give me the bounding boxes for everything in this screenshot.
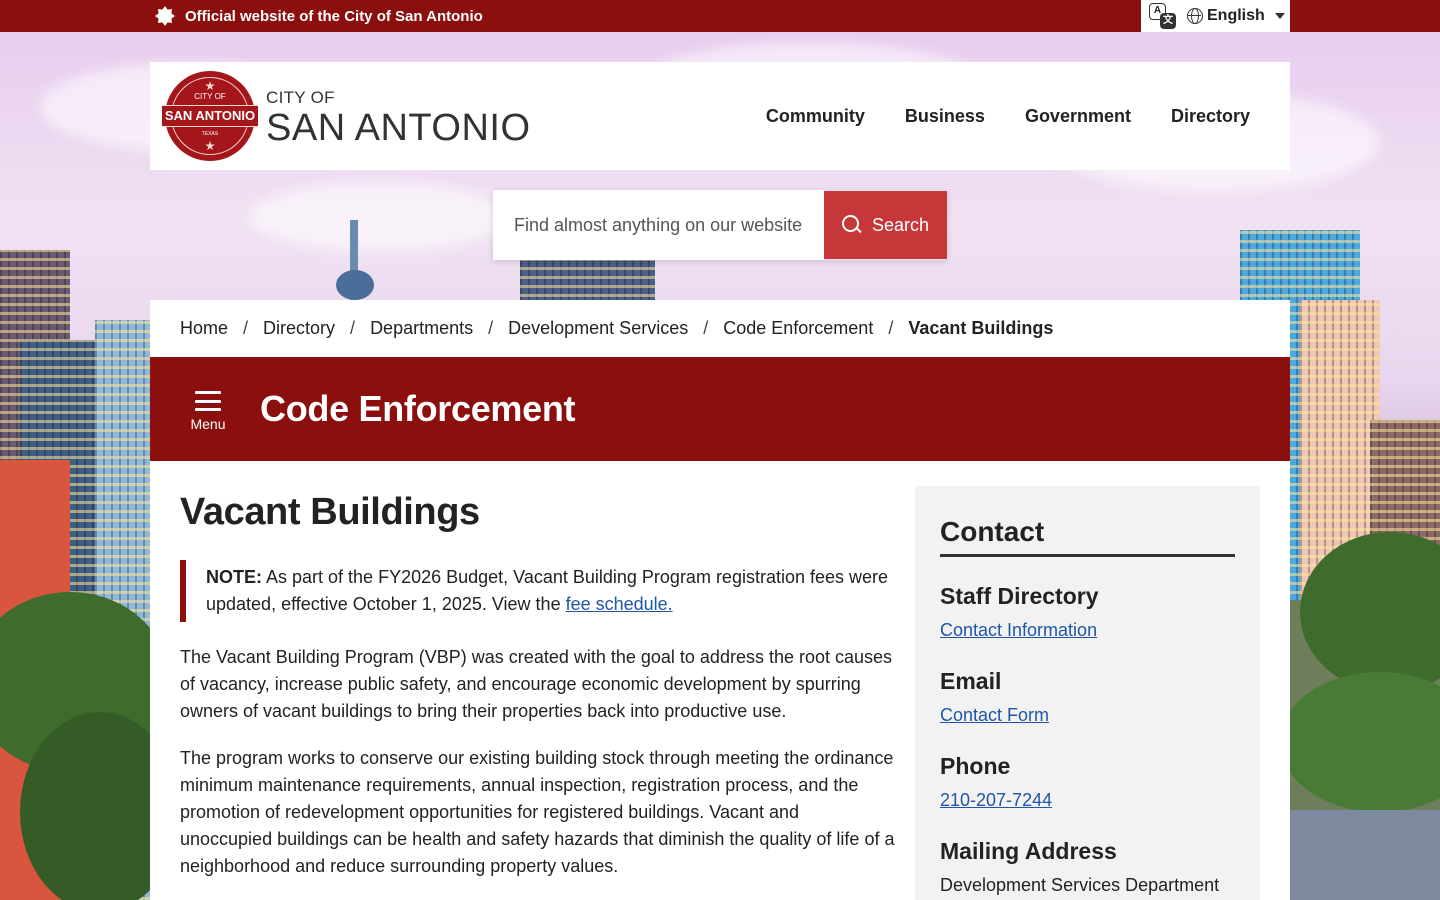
chevron-down-icon <box>1274 13 1285 19</box>
note-label: NOTE: <box>206 567 262 587</box>
search-button-label: Search <box>871 214 930 235</box>
hamburger-icon <box>195 391 221 411</box>
breadcrumb-separator: / <box>350 318 356 338</box>
breadcrumb-directory[interactable]: Directory <box>263 318 335 339</box>
mailing-address-line: Development Services Department <box>940 875 1220 895</box>
language-selector[interactable]: A 文 English <box>1141 0 1290 32</box>
site-brand[interactable]: CITY OF SAN ANTONIO <box>266 88 531 148</box>
city-seal-logo[interactable]: CITY OF SAN ANTONIO TEXAS <box>162 71 258 161</box>
translate-icon: A 文 <box>1149 3 1177 29</box>
staff-directory-heading: Staff Directory <box>940 583 1099 609</box>
phone-link[interactable]: 210-207-7244 <box>940 790 1052 810</box>
search-icon <box>841 215 862 235</box>
page-title: Vacant Buildings <box>180 491 480 533</box>
language-label: English <box>1207 7 1265 24</box>
phone-block: Phone 210-207-7244 <box>940 753 1235 811</box>
section-banner: Menu Code Enforcement <box>150 357 1290 461</box>
phone-heading: Phone <box>940 753 1011 779</box>
email-heading: Email <box>940 668 1002 694</box>
program-paragraph: The program works to conserve our existi… <box>180 748 895 876</box>
mailing-address-block: Mailing Address Development Services Dep… <box>940 838 1235 896</box>
search-button[interactable]: Search <box>824 191 947 259</box>
globe-icon <box>1187 8 1203 24</box>
official-site-bar: Official website of the City of San Anto… <box>0 0 1440 32</box>
main-article: Vacant Buildings NOTE: As part of the FY… <box>180 491 895 900</box>
note-text: As part of the FY2026 Budget, Vacant Bui… <box>206 567 889 614</box>
nav-government[interactable]: Government <box>1025 106 1131 127</box>
contact-sidebar: Contact Staff Directory Contact Informat… <box>915 486 1260 900</box>
contact-heading: Contact <box>940 516 1235 557</box>
brand-city-of: CITY OF <box>266 88 335 107</box>
page-content: Vacant Buildings NOTE: As part of the FY… <box>150 461 1290 900</box>
main-nav: Community Business Government Directory <box>766 62 1250 170</box>
breadcrumb-departments[interactable]: Departments <box>370 318 473 339</box>
breadcrumb-separator: / <box>888 318 894 338</box>
official-notice: Official website of the City of San Anto… <box>155 0 483 32</box>
staff-directory-block: Staff Directory Contact Information <box>940 583 1235 641</box>
section-title: Code Enforcement <box>260 388 576 429</box>
breadcrumb-current: Vacant Buildings <box>908 318 1054 338</box>
contact-form-link[interactable]: Contact Form <box>940 705 1049 725</box>
search-input[interactable] <box>493 190 824 260</box>
nav-business[interactable]: Business <box>905 106 985 127</box>
menu-button[interactable]: Menu <box>190 391 226 432</box>
site-header: CITY OF SAN ANTONIO TEXAS CITY OF SAN AN… <box>150 62 1290 170</box>
nav-community[interactable]: Community <box>766 106 865 127</box>
email-block: Email Contact Form <box>940 668 1235 726</box>
city-seal-icon <box>155 6 175 26</box>
site-search: Search <box>493 190 947 260</box>
breadcrumb-code-enforcement[interactable]: Code Enforcement <box>723 318 873 339</box>
brand-san-antonio: SAN ANTONIO <box>266 107 531 149</box>
menu-label: Menu <box>190 416 226 432</box>
breadcrumb: Home / Directory / Departments / Develop… <box>150 300 1290 357</box>
breadcrumb-separator: / <box>243 318 249 338</box>
fee-schedule-link[interactable]: fee schedule. <box>566 594 673 614</box>
official-notice-text: Official website of the City of San Anto… <box>185 7 483 25</box>
nav-directory[interactable]: Directory <box>1171 106 1250 127</box>
contact-information-link[interactable]: Contact Information <box>940 620 1097 640</box>
fee-note: NOTE: As part of the FY2026 Budget, Vaca… <box>180 560 895 622</box>
intro-paragraph: The Vacant Building Program (VBP) was cr… <box>180 647 893 721</box>
breadcrumb-separator: / <box>703 318 709 338</box>
breadcrumb-separator: / <box>488 318 494 338</box>
breadcrumb-development-services[interactable]: Development Services <box>508 318 688 339</box>
breadcrumb-home[interactable]: Home <box>180 318 228 339</box>
mailing-address-heading: Mailing Address <box>940 838 1117 864</box>
